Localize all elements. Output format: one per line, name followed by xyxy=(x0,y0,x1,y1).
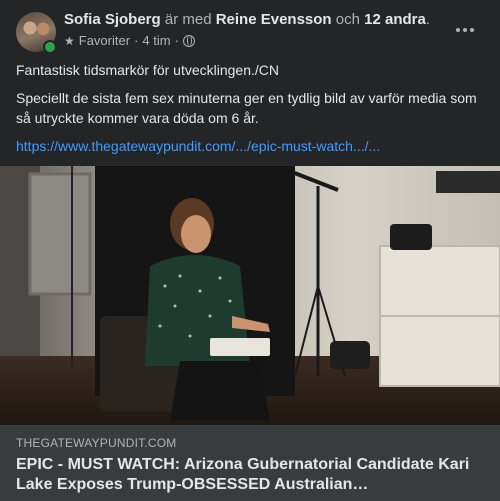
post-link[interactable]: https://www.thegatewaypundit.com/.../epi… xyxy=(16,136,486,156)
title-end: . xyxy=(425,11,431,28)
link-preview-footer[interactable]: THEGATEWAYPUNDIT.COM EPIC - MUST WATCH: … xyxy=(0,425,500,501)
audience-label[interactable]: Favoriter xyxy=(79,33,130,49)
tagged-person[interactable]: Reine Evensson xyxy=(216,11,332,28)
meta-separator: · xyxy=(134,33,139,48)
post-text-line-1: Fantastisk tidsmarkör för utvecklingen./… xyxy=(16,62,279,78)
with-text: är med xyxy=(164,11,212,28)
link-headline[interactable]: EPIC - MUST WATCH: Arizona Gubernatorial… xyxy=(16,455,486,495)
post-meta: ★ Favoriter · 4 tim · xyxy=(64,33,195,49)
link-domain: THEGATEWAYPUNDIT.COM xyxy=(16,436,177,450)
meta-separator-2: · xyxy=(174,33,179,48)
star-icon: ★ xyxy=(64,34,75,48)
interview-photo xyxy=(0,166,500,425)
globe-icon xyxy=(182,35,195,47)
post-header: Sofia Sjoberg är med Reine Evensson och … xyxy=(0,0,500,58)
and-text: och xyxy=(335,11,360,28)
more-options-button[interactable] xyxy=(450,18,480,42)
author-name[interactable]: Sofia Sjoberg xyxy=(64,11,161,28)
post-time[interactable]: 4 tim xyxy=(142,33,170,49)
more-options-icon xyxy=(456,28,460,32)
more-options-icon xyxy=(463,28,467,32)
others-link[interactable]: 12 andra xyxy=(364,11,426,28)
online-status-icon xyxy=(43,40,57,54)
post-title-line: Sofia Sjoberg är med Reine Evensson och … xyxy=(64,10,454,30)
post-text-line-2: Speciellt de sista fem sex minuterna ger… xyxy=(16,90,477,126)
more-options-icon xyxy=(470,28,474,32)
post-text: Fantastisk tidsmarkör för utvecklingen./… xyxy=(16,60,486,156)
link-preview-image[interactable] xyxy=(0,166,500,425)
